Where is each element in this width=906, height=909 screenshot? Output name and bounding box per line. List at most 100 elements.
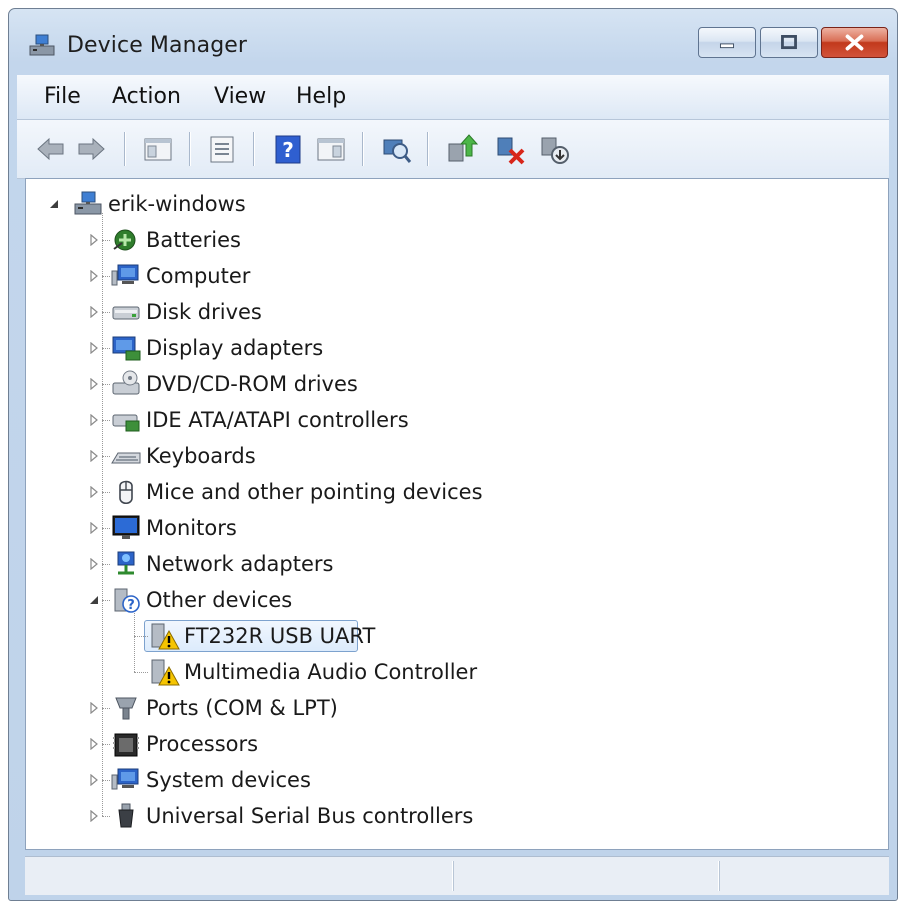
- tree-category-disk-drives[interactable]: Disk drives: [26, 295, 888, 327]
- expand-arrow-icon[interactable]: [88, 774, 100, 786]
- close-icon: [845, 34, 864, 51]
- disable-button[interactable]: [537, 132, 571, 166]
- show-hide-console-tree-button[interactable]: [141, 132, 175, 166]
- tree-item-label: Display adapters: [146, 336, 324, 360]
- title-bar[interactable]: Device Manager: [9, 9, 897, 75]
- device-manager-window: Device Manager File Action View Help ? e…: [8, 8, 898, 901]
- tree-category-display-adapters[interactable]: Display adapters: [26, 331, 888, 363]
- tree-category-processors[interactable]: Processors: [26, 727, 888, 759]
- tree-connector: [134, 672, 148, 674]
- expand-arrow-icon[interactable]: [88, 234, 100, 246]
- tree-item-label: IDE ATA/ATAPI controllers: [146, 408, 409, 432]
- tree-category-dvd-cd-rom-drives[interactable]: DVD/CD-ROM drives: [26, 367, 888, 399]
- expand-arrow-icon[interactable]: [88, 450, 100, 462]
- tree-connector: [134, 636, 148, 638]
- computer-icon: [110, 261, 142, 291]
- status-pane: [453, 861, 454, 891]
- monitor-icon: [110, 513, 142, 543]
- help-button[interactable]: ?: [271, 132, 305, 166]
- tree-category-ide-ata-atapi-controllers[interactable]: IDE ATA/ATAPI controllers: [26, 403, 888, 435]
- scan-for-hardware-changes-button[interactable]: [379, 132, 413, 166]
- toolbar-separator: [427, 132, 428, 166]
- usb-icon: [110, 801, 142, 831]
- mouse-icon: [110, 477, 142, 507]
- properties-button[interactable]: [205, 132, 239, 166]
- tree-device-ft232r-usb-uart[interactable]: FT232R USB UART: [26, 619, 888, 652]
- show-hide-action-pane-button[interactable]: [314, 132, 348, 166]
- tree-item-label: Batteries: [146, 228, 241, 252]
- toolbar-separator: [253, 132, 254, 166]
- tree-category-universal-serial-bus-controllers[interactable]: Universal Serial Bus controllers: [26, 799, 888, 831]
- tree-category-system-devices[interactable]: System devices: [26, 763, 888, 795]
- expand-arrow-icon[interactable]: [88, 810, 100, 822]
- toolbar-separator: [124, 132, 125, 166]
- back-arrow-icon: [37, 137, 64, 161]
- update-driver-icon: [448, 134, 478, 162]
- menu-file[interactable]: File: [44, 84, 81, 109]
- menu-action[interactable]: Action: [112, 84, 181, 109]
- maximize-button[interactable]: [760, 27, 818, 58]
- battery-icon: [110, 225, 142, 255]
- expand-arrow-icon[interactable]: [88, 738, 100, 750]
- expand-arrow-icon[interactable]: [88, 522, 100, 534]
- maximize-icon: [781, 35, 797, 50]
- tree-category-keyboards[interactable]: Keyboards: [26, 439, 888, 471]
- menu-view[interactable]: View: [214, 84, 266, 109]
- expand-arrow-icon[interactable]: [88, 306, 100, 318]
- uninstall-button[interactable]: [493, 132, 527, 166]
- collapse-arrow-icon[interactable]: [48, 198, 60, 210]
- expand-arrow-icon[interactable]: [88, 486, 100, 498]
- expand-arrow-icon[interactable]: [88, 702, 100, 714]
- tree-item-label: System devices: [146, 768, 311, 792]
- update-driver-button[interactable]: [444, 132, 478, 166]
- forward-button[interactable]: [74, 132, 108, 166]
- back-button[interactable]: [34, 132, 68, 166]
- collapse-arrow-icon[interactable]: [88, 594, 100, 606]
- tree-category-mice-and-other-pointing-devices[interactable]: Mice and other pointing devices: [26, 475, 888, 507]
- tree-item-label: Ports (COM & LPT): [146, 696, 338, 720]
- warning-device-icon: [148, 657, 180, 687]
- window-title: Device Manager: [67, 33, 248, 58]
- display-adapter-icon: [110, 333, 142, 363]
- tree-category-computer[interactable]: Computer: [26, 259, 888, 291]
- tree-category-batteries[interactable]: Batteries: [26, 223, 888, 255]
- tree-item-label: Monitors: [146, 516, 237, 540]
- tree-category-ports-com-lpt[interactable]: Ports (COM & LPT): [26, 691, 888, 723]
- close-button[interactable]: [821, 27, 888, 58]
- forward-arrow-icon: [78, 137, 105, 161]
- tree-item-label: Disk drives: [146, 300, 262, 324]
- expand-arrow-icon[interactable]: [88, 414, 100, 426]
- tree-item-label: DVD/CD-ROM drives: [146, 372, 358, 396]
- expand-arrow-icon[interactable]: [88, 378, 100, 390]
- tree-category-monitors[interactable]: Monitors: [26, 511, 888, 543]
- tree-connector: [102, 213, 104, 816]
- menu-help[interactable]: Help: [296, 84, 346, 109]
- dvd-drive-icon: [110, 369, 142, 399]
- processor-icon: [110, 729, 142, 759]
- keyboard-icon: [110, 441, 142, 471]
- tree-connector: [102, 816, 110, 818]
- tree-item-label: Other devices: [146, 588, 293, 612]
- port-icon: [110, 693, 142, 723]
- expand-arrow-icon[interactable]: [88, 558, 100, 570]
- expand-arrow-icon[interactable]: [88, 270, 100, 282]
- svg-text:?: ?: [127, 598, 135, 613]
- minimize-icon: [719, 43, 735, 49]
- tree-connector: [134, 613, 136, 672]
- tree-item-label: Keyboards: [146, 444, 256, 468]
- tree-item-label: Processors: [146, 732, 259, 756]
- status-pane: [719, 861, 720, 891]
- tree-device-multimedia-audio-controller[interactable]: Multimedia Audio Controller: [26, 655, 888, 687]
- tree-category-other-devices[interactable]: ? Other devices: [26, 583, 888, 615]
- tree-item-label: erik-windows: [108, 192, 246, 216]
- minimize-button[interactable]: [698, 27, 756, 58]
- device-tree[interactable]: erik-windows Batteries Computer Disk drives…: [25, 178, 889, 850]
- tree-category-network-adapters[interactable]: Network adapters: [26, 547, 888, 579]
- expand-arrow-icon[interactable]: [88, 342, 100, 354]
- computer-root-icon: [72, 189, 104, 219]
- tree-root-erik-windows[interactable]: erik-windows: [26, 187, 888, 219]
- network-adapter-icon: [110, 549, 142, 579]
- status-bar: [25, 856, 889, 895]
- system-devices-icon: [110, 765, 142, 795]
- tree-item-label: Computer: [146, 264, 251, 288]
